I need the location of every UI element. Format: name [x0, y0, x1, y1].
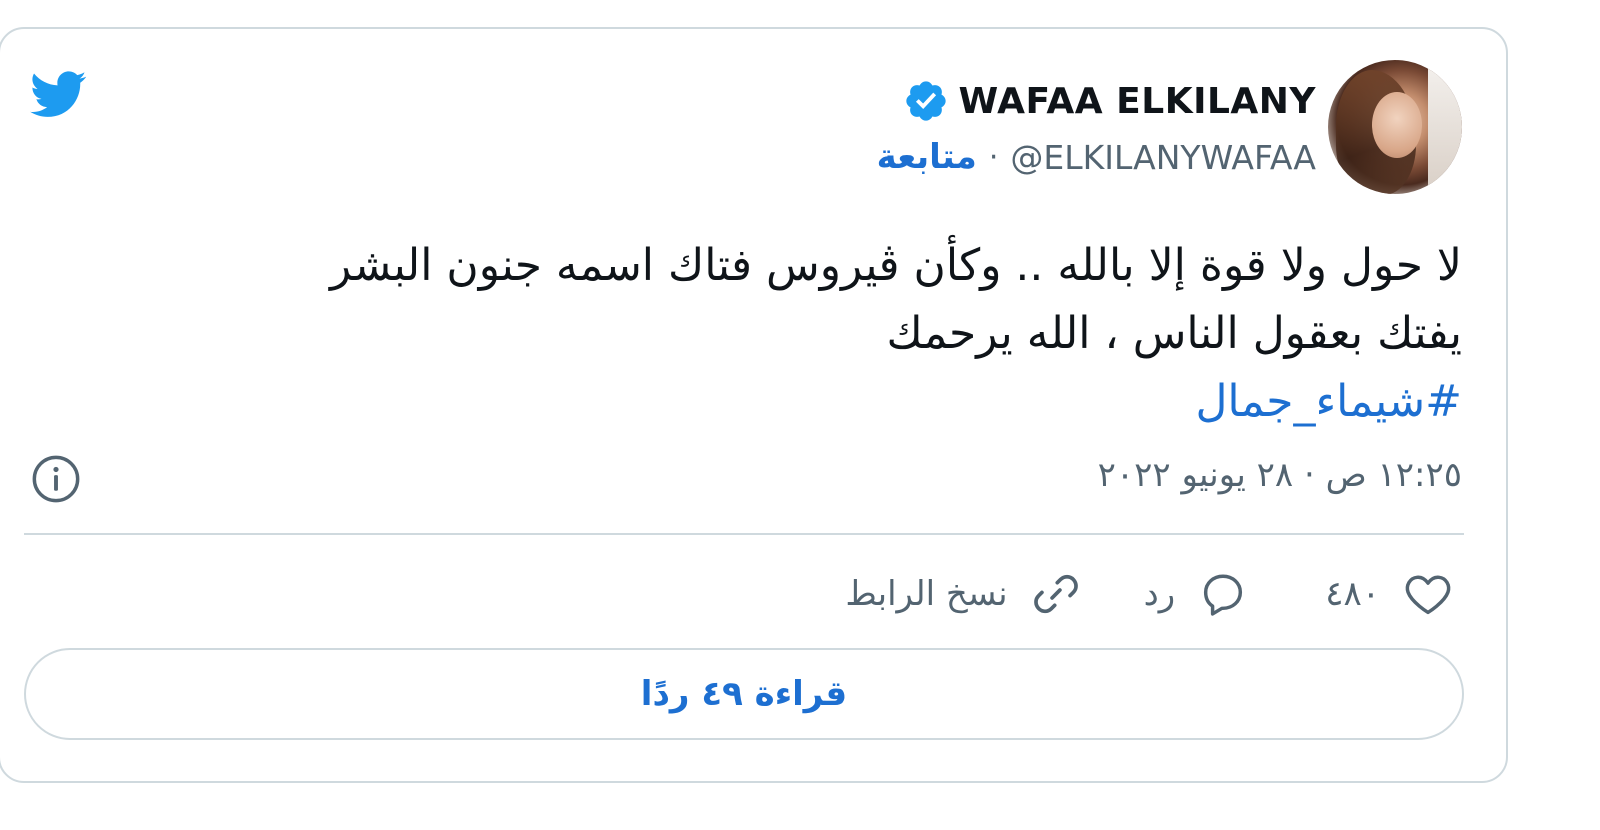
read-replies-label: قراءة ٤٩ ردًا — [640, 674, 848, 714]
avatar[interactable] — [1328, 60, 1462, 194]
reply-label: رد — [1143, 574, 1176, 614]
read-replies-button[interactable]: قراءة ٤٩ ردًا — [24, 648, 1464, 740]
tweet-timestamp[interactable]: ١٢:٢٥ ص · ٢٨ يونيو ٢٠٢٢ — [1098, 455, 1462, 495]
separator-dot: · — [988, 139, 999, 175]
divider — [24, 533, 1464, 535]
author-handle-row: @ELKILANYWAFAA · متابعة — [877, 132, 1316, 182]
author-display-name[interactable]: WAFAA ELKILANY — [959, 81, 1317, 122]
like-count: ٤٨٠ — [1325, 574, 1380, 614]
tweet-actions: ٤٨٠ رد نسخ الرابط — [845, 562, 1454, 626]
copy-link-button[interactable]: نسخ الرابط — [845, 568, 1081, 620]
copy-link-label: نسخ الرابط — [845, 574, 1008, 614]
hashtag-link[interactable]: #شيماء_جمال — [42, 368, 1462, 436]
tweet-text: لا حول ولا قوة إلا بالله .. وكأن ڤيروس ف… — [42, 232, 1462, 436]
verified-badge-icon — [905, 81, 946, 121]
tweet-line-2: يفتك بعقول الناس ، الله يرحمك — [886, 308, 1462, 359]
author-name-row[interactable]: WAFAA ELKILANY — [903, 76, 1317, 126]
link-icon — [1033, 574, 1078, 614]
heart-icon — [1405, 575, 1451, 615]
twitter-bird-icon[interactable] — [26, 66, 92, 122]
author-handle[interactable]: @ELKILANYWAFAA — [1010, 138, 1316, 177]
tweet-line-1: لا حول ولا قوة إلا بالله .. وكأن ڤيروس ف… — [329, 240, 1462, 291]
like-button[interactable]: ٤٨٠ — [1325, 568, 1454, 620]
follow-link[interactable]: متابعة — [877, 137, 977, 177]
reply-button[interactable]: رد — [1144, 568, 1250, 620]
speech-bubble-icon — [1204, 574, 1243, 616]
info-icon[interactable] — [30, 453, 82, 505]
